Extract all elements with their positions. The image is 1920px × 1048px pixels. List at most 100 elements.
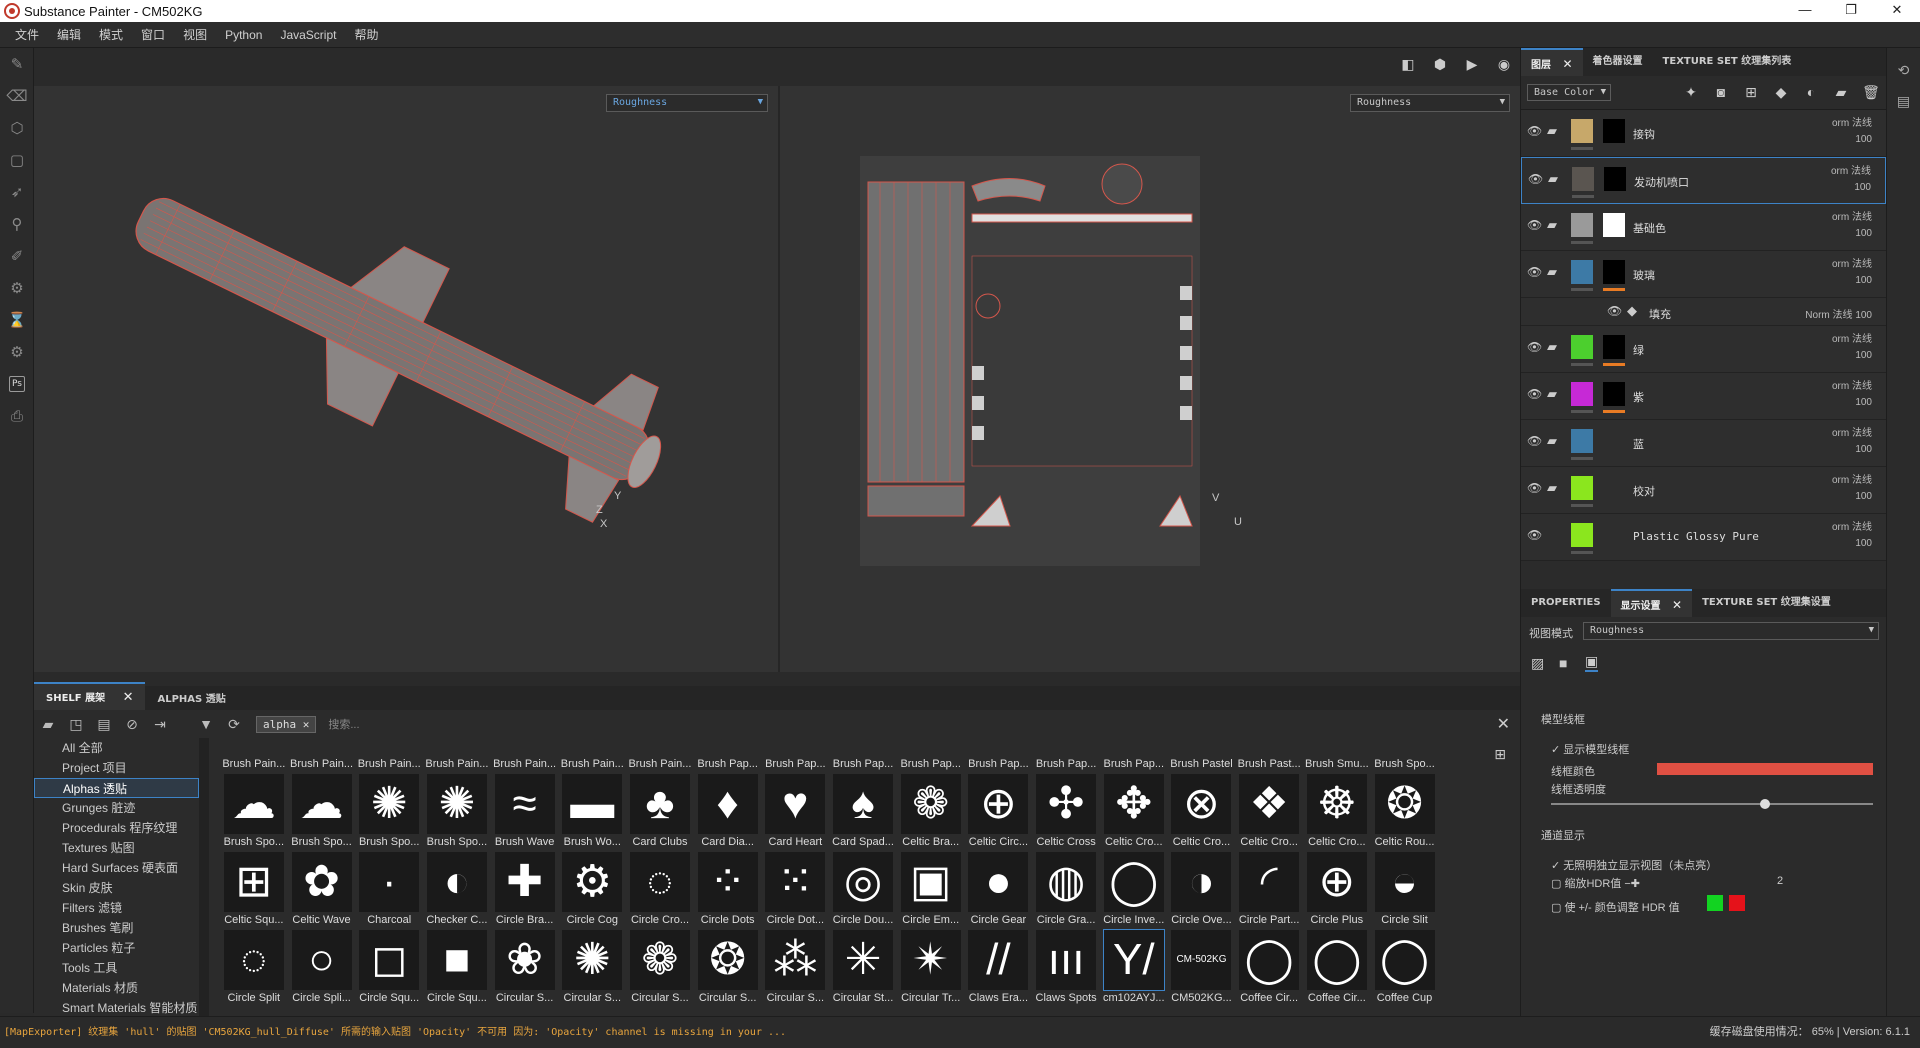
shelf-item[interactable]: ⊞ Celtic Squ... <box>220 852 288 930</box>
layer-blend-mode[interactable]: orm 法线 <box>1832 424 1872 439</box>
folder-icon[interactable]: ▰ <box>34 716 62 733</box>
shelf-item[interactable]: ▬ Brush Wo... <box>558 774 626 852</box>
viewport-2d[interactable]: Roughness ▼ V U <box>780 86 1520 672</box>
shelf-item[interactable]: ❁ Celtic Bra... <box>897 774 965 852</box>
shelf-item[interactable]: ◯ Coffee Cup <box>1371 930 1439 1008</box>
eye-icon[interactable]: 👁 <box>1527 124 1542 138</box>
layer-opacity[interactable]: 100 <box>1855 350 1872 361</box>
layer-name[interactable]: 基础色 <box>1633 220 1666 236</box>
close-icon[interactable]: ✕ <box>1672 598 1682 612</box>
shelf-item[interactable]: ✚ Circle Bra... <box>491 852 559 930</box>
layer-name[interactable]: 紫 <box>1633 389 1644 405</box>
shelf-item[interactable]: Brush Pain... <box>491 746 559 774</box>
folder-icon[interactable]: ▰ <box>1548 171 1558 187</box>
shelf-item[interactable]: ❂ Circular S... <box>694 930 762 1008</box>
shelf-item[interactable]: ✳ Circular St... <box>829 930 897 1008</box>
shelf-item[interactable]: ✺ Circular S... <box>558 930 626 1008</box>
shelf-item[interactable]: Brush Pain... <box>423 746 491 774</box>
layer-blend-mode[interactable]: orm 法线 <box>1832 255 1872 270</box>
history-icon[interactable]: ⟲ <box>1887 62 1920 79</box>
category-skin[interactable]: Skin 皮肤 <box>34 878 199 898</box>
menu-javascript[interactable]: JavaScript <box>271 28 345 42</box>
camera-video-icon[interactable]: ▶ <box>1456 56 1488 73</box>
import-icon[interactable]: ⇥ <box>146 716 174 733</box>
category-grunges[interactable]: Grunges 脏迹 <box>34 798 199 818</box>
shelf-item[interactable]: · Charcoal <box>355 852 423 930</box>
layer-blend-mode[interactable]: orm 法线 <box>1832 114 1872 129</box>
shelf-item[interactable]: Brush Smu... <box>1303 746 1371 774</box>
layer-opacity[interactable]: 100 <box>1854 182 1871 193</box>
shelf-item[interactable]: Brush Pap... <box>965 746 1033 774</box>
layer-blend-mode[interactable]: orm 法线 <box>1832 208 1872 223</box>
shelf-item[interactable]: ☁ Brush Spo... <box>288 774 356 852</box>
category-textures[interactable]: Textures 贴图 <box>34 838 199 858</box>
shelf-item[interactable]: ♥ Card Heart <box>762 774 830 852</box>
shelf-item[interactable]: ◍ Circle Gra... <box>1032 852 1100 930</box>
photoshop-export-icon[interactable]: Ps <box>0 368 34 400</box>
tab-texture-set-settings[interactable]: TEXTURE SET 纹理集设置 <box>1692 589 1841 617</box>
shelf-item[interactable]: Brush Pap... <box>897 746 965 774</box>
bake-icon[interactable]: ⚙ <box>0 272 34 304</box>
shelf-item[interactable]: Brush Pain... <box>558 746 626 774</box>
shelf-item[interactable]: ⁂ Circular S... <box>762 930 830 1008</box>
layer-row[interactable]: 👁 ▰ 接钩 orm 法线 100 <box>1521 110 1886 157</box>
maximize-button[interactable]: ❐ <box>1828 0 1874 22</box>
eye-icon[interactable]: 👁 <box>1527 434 1542 448</box>
shelf-item[interactable]: Brush Pastel <box>1168 746 1236 774</box>
category-filters[interactable]: Filters 滤镜 <box>34 898 199 918</box>
tab-shader-settings[interactable]: 着色器设置 <box>1583 48 1653 76</box>
eye-icon[interactable]: 👁 <box>1607 304 1622 318</box>
wire-opacity-slider[interactable] <box>1551 799 1873 809</box>
fill-name[interactable]: 填充 <box>1649 306 1671 322</box>
menu-window[interactable]: 窗口 <box>132 26 174 43</box>
category-materials[interactable]: Materials 材质 <box>34 978 199 998</box>
shelf-item[interactable]: ● Circle Gear <box>965 852 1033 930</box>
layer-name[interactable]: 发动机喷口 <box>1634 174 1689 190</box>
eye-icon[interactable]: 👁 <box>1527 265 1542 279</box>
refresh-icon[interactable]: ⟳ <box>220 716 248 733</box>
tab-properties[interactable]: PROPERTIES <box>1521 589 1611 617</box>
shelf-item[interactable]: ⊗ Celtic Cro... <box>1168 774 1236 852</box>
viewport-2d-channel-select[interactable]: Roughness ▼ <box>1350 94 1510 112</box>
category-hard-surfaces[interactable]: Hard Surfaces 硬表面 <box>34 858 199 878</box>
color-picker-icon[interactable]: ✐ <box>0 240 34 272</box>
shelf-item[interactable]: ○ Circle Spli... <box>288 930 356 1008</box>
log-icon[interactable]: ▤ <box>1887 93 1920 110</box>
layer-name[interactable]: 蓝 <box>1633 436 1644 452</box>
layer-opacity[interactable]: 100 <box>1855 228 1872 239</box>
shelf-item[interactable]: Brush Pap... <box>762 746 830 774</box>
shelf-item[interactable]: Y/cm102AYJ... <box>1100 929 1168 1008</box>
eye-icon[interactable]: 👁 <box>1527 387 1542 401</box>
shelf-item[interactable]: Brush Past... <box>1235 746 1303 774</box>
tab-layers[interactable]: 图层 ✕ <box>1521 48 1583 76</box>
layer-opacity[interactable]: 100 <box>1855 444 1872 455</box>
fill-blend[interactable]: Norm 法线 100 <box>1805 306 1872 321</box>
folder-icon[interactable]: ▰ <box>1547 480 1557 496</box>
layer-blend-mode[interactable]: orm 法线 <box>1832 330 1872 345</box>
layer-row[interactable]: 👁 ▰ 发动机喷口 orm 法线 100 <box>1521 157 1886 204</box>
shelf-item[interactable]: CM-502KG CM502KG... <box>1168 930 1236 1008</box>
shelf-item[interactable]: ııı Claws Spots <box>1032 930 1100 1008</box>
tab-alphas[interactable]: ALPHAS 透贴 <box>145 685 237 710</box>
category-tools[interactable]: Tools 工具 <box>34 958 199 978</box>
grid-view-icon[interactable]: ⊞ <box>1494 746 1506 763</box>
geometry-mask-icon[interactable]: ▢ <box>0 144 34 176</box>
eye-icon[interactable]: 👁 <box>1527 340 1542 354</box>
close-icon[interactable]: ✕ <box>303 718 310 731</box>
layer-row[interactable]: 👁 ▰ 绿 orm 法线 100 <box>1521 326 1886 373</box>
unlit-checkbox[interactable]: ✓ 无照明独立显示视图（未点亮） <box>1551 857 1717 873</box>
layer-row[interactable]: 👁 ▰ 玻璃 orm 法线 100 <box>1521 251 1886 298</box>
shelf-item[interactable]: ⁙ Circle Dot... <box>762 852 830 930</box>
layer-blend-mode[interactable]: orm 法线 <box>1831 162 1871 177</box>
clone-stamp-icon[interactable]: ⚲ <box>0 208 34 240</box>
layer-name[interactable]: 玻璃 <box>1633 267 1655 283</box>
add-smart-mask-icon[interactable]: ◐ <box>1796 84 1826 101</box>
shelf-item[interactable]: Brush Pap... <box>1100 746 1168 774</box>
category-project[interactable]: Project 项目 <box>34 758 199 778</box>
green-swatch[interactable] <box>1707 895 1723 911</box>
tab-texture-set-list[interactable]: TEXTURE SET 纹理集列表 <box>1653 48 1802 76</box>
menu-help[interactable]: 帮助 <box>345 26 387 43</box>
shelf-item[interactable]: ✿ Celtic Wave <box>288 852 356 930</box>
shelf-item[interactable]: Brush Pap... <box>1032 746 1100 774</box>
shelf-item[interactable]: ◯ Coffee Cir... <box>1303 930 1371 1008</box>
